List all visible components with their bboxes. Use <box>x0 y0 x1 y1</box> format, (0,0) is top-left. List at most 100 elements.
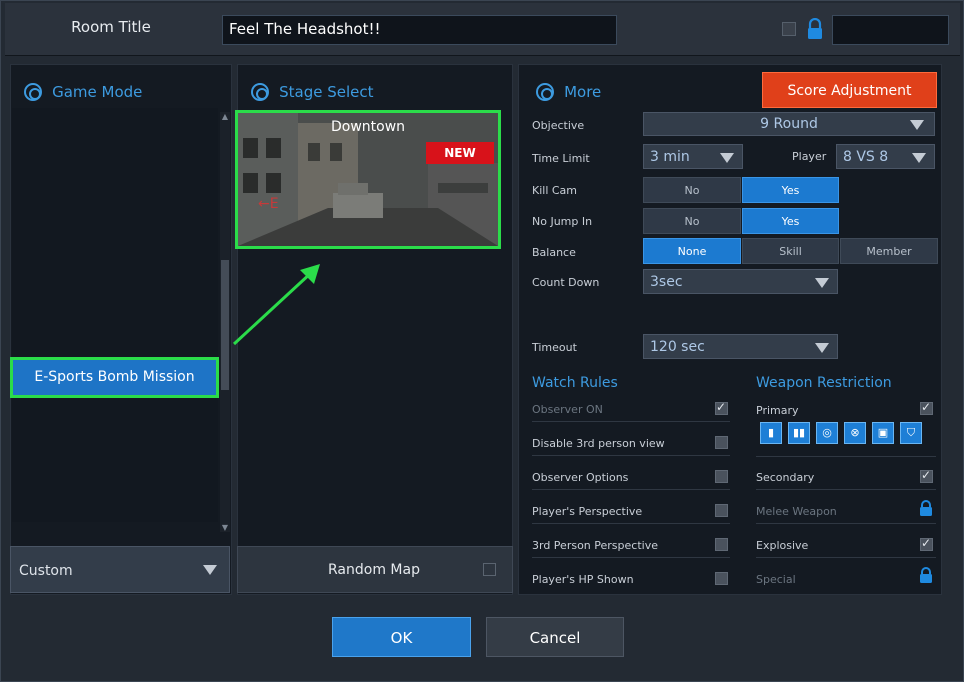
time-limit-dropdown[interactable]: 3 min <box>643 144 743 169</box>
svg-text:←E: ←E <box>258 196 279 212</box>
mode-preset-value: Custom <box>19 563 73 579</box>
player-dropdown[interactable]: 8 VS 8 <box>836 144 935 169</box>
objective-value: 9 Round <box>760 116 818 132</box>
3rd-person-perspective-checkbox[interactable] <box>715 538 728 551</box>
disable-3rd-checkbox[interactable] <box>715 436 728 449</box>
chevron-down-icon <box>815 343 829 353</box>
scope-icon[interactable]: ◎ <box>816 422 838 444</box>
count-down-label: Count Down <box>532 276 600 289</box>
game-mode-list <box>12 108 218 522</box>
chevron-down-icon <box>203 565 217 575</box>
game-mode-title: Game Mode <box>52 82 143 101</box>
watch-rule-label: Observer ON <box>532 403 603 416</box>
watch-rule-hp-shown: Player's HP Shown <box>532 573 730 592</box>
objective-label: Objective <box>532 119 585 132</box>
new-badge: NEW <box>426 142 494 164</box>
watch-rule-observer-on: Observer ON <box>532 403 730 422</box>
secondary-checkbox[interactable] <box>920 468 933 483</box>
observer-on-checkbox[interactable] <box>715 400 728 415</box>
scroll-down-arrow-icon[interactable]: ▼ <box>220 523 230 533</box>
crosshair-icon[interactable]: ⊗ <box>844 422 866 444</box>
stage-select-title: Stage Select <box>279 82 374 101</box>
kill-cam-yes[interactable]: Yes <box>742 177 839 203</box>
count-down-dropdown[interactable]: 3sec <box>643 269 838 294</box>
players-perspective-checkbox[interactable] <box>715 504 728 517</box>
primary-label: Primary <box>756 404 799 417</box>
balance-member[interactable]: Member <box>840 238 938 264</box>
weapon-special: Special <box>756 573 936 592</box>
balance-none[interactable]: None <box>643 238 741 264</box>
balance-skill[interactable]: Skill <box>742 238 839 264</box>
lock-icon <box>920 500 932 516</box>
knife-icon[interactable]: ▮ <box>760 422 782 444</box>
observer-options-checkbox[interactable] <box>715 470 728 483</box>
map-thumbnail[interactable]: ←E Downtown NEW <box>235 110 501 249</box>
room-title-label: Room Title <box>71 18 151 36</box>
count-down-value: 3sec <box>650 274 683 290</box>
time-limit-label: Time Limit <box>532 152 590 165</box>
chevron-down-icon <box>912 153 926 163</box>
more-title: More <box>564 82 602 101</box>
primary-checkbox[interactable] <box>920 400 933 415</box>
ok-button[interactable]: OK <box>332 617 471 657</box>
no-jump-label: No Jump In <box>532 215 593 228</box>
watch-rule-disable-3rd: Disable 3rd person view <box>532 437 730 456</box>
password-checkbox[interactable] <box>782 22 796 36</box>
watch-rule-label: Player's HP Shown <box>532 573 634 586</box>
map-name: Downtown <box>330 119 406 135</box>
watch-rule-label: Disable 3rd person view <box>532 437 665 450</box>
watch-rule-3rd-person-perspective: 3rd Person Perspective <box>532 539 730 558</box>
timeout-label: Timeout <box>532 341 577 354</box>
password-input[interactable] <box>832 15 949 45</box>
mode-preset-dropdown[interactable]: Custom <box>10 546 230 593</box>
annotation-arrow <box>232 264 320 346</box>
weapon-restriction-title: Weapon Restriction <box>756 375 892 391</box>
weapon-explosive: Explosive <box>756 539 936 558</box>
chevron-down-icon <box>910 120 924 130</box>
watch-rules-title: Watch Rules <box>532 375 618 391</box>
game-mode-header: Game Mode <box>24 81 142 101</box>
chevron-down-icon <box>815 278 829 288</box>
watch-rule-observer-options: Observer Options <box>532 471 730 490</box>
primary-divider <box>756 456 936 457</box>
hp-shown-checkbox[interactable] <box>715 572 728 585</box>
lock-icon <box>808 18 822 39</box>
magazine-icon[interactable]: ▣ <box>872 422 894 444</box>
primary-weapon-icons: ▮ ▮▮ ◎ ⊗ ▣ ⛉ <box>760 422 930 446</box>
timeout-dropdown[interactable]: 120 sec <box>643 334 838 359</box>
player-label: Player <box>792 150 827 163</box>
weapon-melee: Melee Weapon <box>756 505 936 524</box>
target-icon <box>24 82 42 101</box>
no-jump-yes[interactable]: Yes <box>742 208 839 234</box>
weapon-secondary: Secondary <box>756 471 936 490</box>
watch-rule-players-perspective: Player's Perspective <box>532 505 730 524</box>
room-title-input[interactable]: Feel The Headshot!! <box>222 15 617 45</box>
kill-cam-no[interactable]: No <box>643 177 741 203</box>
time-limit-value: 3 min <box>650 149 690 165</box>
random-map-checkbox[interactable] <box>483 563 496 576</box>
special-label: Special <box>756 573 796 586</box>
lock-icon <box>920 567 932 583</box>
mode-item-esports-bomb-mission[interactable]: E-Sports Bomb Mission <box>10 357 219 398</box>
shield-icon[interactable]: ⛉ <box>900 422 922 444</box>
cancel-button[interactable]: Cancel <box>486 617 624 657</box>
watch-rule-label: Observer Options <box>532 471 629 484</box>
balance-label: Balance <box>532 246 576 259</box>
chevron-down-icon <box>720 153 734 163</box>
ammo-icon[interactable]: ▮▮ <box>788 422 810 444</box>
melee-label: Melee Weapon <box>756 505 837 518</box>
no-jump-no[interactable]: No <box>643 208 741 234</box>
kill-cam-label: Kill Cam <box>532 184 578 197</box>
scroll-up-arrow-icon[interactable]: ▲ <box>220 112 230 122</box>
target-icon <box>251 82 269 101</box>
random-map-bar[interactable]: Random Map <box>237 546 513 593</box>
watch-rule-label: 3rd Person Perspective <box>532 539 658 552</box>
score-adjustment-button[interactable]: Score Adjustment <box>762 72 937 108</box>
explosive-checkbox[interactable] <box>920 536 933 551</box>
watch-rule-label: Player's Perspective <box>532 505 643 518</box>
objective-dropdown[interactable]: 9 Round <box>643 112 935 136</box>
more-header: More <box>536 81 601 101</box>
random-map-label: Random Map <box>328 562 420 578</box>
stage-select-header: Stage Select <box>251 81 373 101</box>
secondary-label: Secondary <box>756 471 815 484</box>
